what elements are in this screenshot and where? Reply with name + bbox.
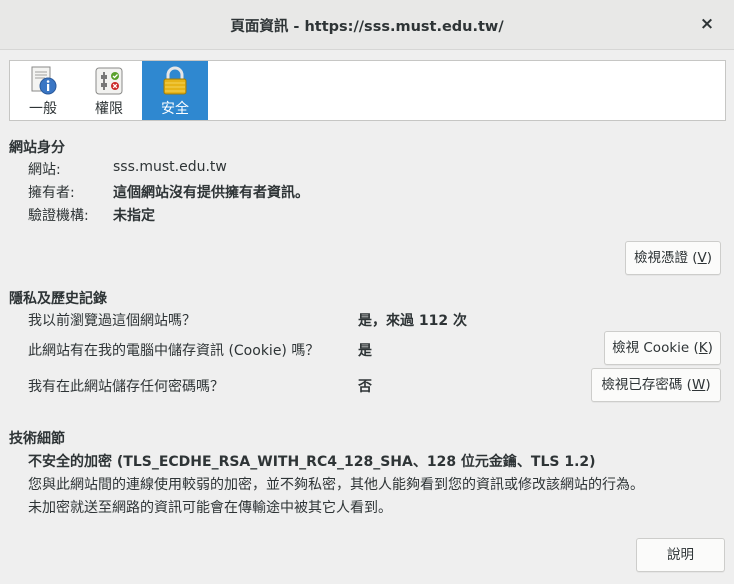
help-button[interactable]: 說明 [636, 538, 725, 572]
identity-heading: 網站身分 [9, 140, 65, 156]
view-cert-accel: V [697, 250, 707, 266]
cookie-btn-end: ) [707, 340, 713, 356]
tab-general[interactable]: 一般 [10, 61, 76, 120]
view-cert-text: 檢視憑證 ( [633, 250, 698, 266]
view-certificate-button[interactable]: 檢視憑證 (V) [625, 241, 721, 275]
tab-security-label: 安全 [161, 101, 189, 117]
cookie-answer: 是 [358, 343, 372, 359]
privacy-heading: 隱私及歷史記錄 [9, 291, 107, 307]
cookie-btn-accel: K [698, 340, 708, 356]
pw-btn-accel: W [691, 377, 706, 393]
visited-answer: 是，來過 112 次 [358, 313, 467, 329]
window-title: 頁面資訊 - https://sss.must.edu.tw/ [230, 19, 504, 35]
tab-strip: 一般 權限 安全 [9, 60, 726, 121]
close-icon[interactable]: × [698, 14, 716, 34]
password-question: 我有在此網站儲存任何密碼嗎？ [28, 379, 224, 395]
pw-btn-end: ) [705, 377, 711, 393]
tab-security[interactable]: 安全 [142, 61, 208, 120]
password-answer: 否 [358, 379, 372, 395]
owner-label: 擁有者: [28, 185, 75, 201]
tab-general-label: 一般 [29, 101, 57, 117]
tab-permissions-label: 權限 [95, 101, 123, 117]
title-bar: 頁面資訊 - https://sss.must.edu.tw/ × [0, 0, 734, 50]
view-cookies-button[interactable]: 檢視 Cookie (K) [604, 331, 721, 365]
verifier-label: 驗證機構: [28, 208, 89, 224]
weak-encryption-note: 您與此網站間的連線使用較弱的加密，並不夠私密，其他人能夠看到您的資訊或修改該網站… [28, 477, 644, 493]
view-cert-end: ) [706, 250, 713, 266]
unencrypted-note: 未加密就送至網路的資訊可能會在傳輸途中被其它人看到。 [28, 500, 392, 516]
website-value: sss.must.edu.tw [113, 159, 227, 175]
cookie-question: 此網站有在我的電腦中儲存資訊 (Cookie) 嗎？ [28, 343, 320, 359]
permissions-toggle-icon [95, 67, 123, 95]
cipher-summary: 不安全的加密 (TLS_ECDHE_RSA_WITH_RC4_128_SHA、1… [28, 454, 596, 470]
visited-question: 我以前瀏覽過這個網站嗎？ [28, 313, 196, 329]
document-info-icon [31, 66, 57, 95]
verifier-value: 未指定 [113, 208, 155, 224]
owner-value: 這個網站沒有提供擁有者資訊。 [113, 185, 309, 201]
tech-heading: 技術細節 [9, 431, 65, 447]
view-saved-passwords-button[interactable]: 檢視已存密碼 (W) [591, 368, 721, 402]
website-label: 網站: [28, 162, 61, 178]
pw-btn-text: 檢視已存密碼 ( [601, 377, 692, 393]
padlock-icon [163, 66, 187, 95]
tab-permissions[interactable]: 權限 [76, 61, 142, 120]
cookie-btn-text: 檢視 Cookie ( [612, 340, 699, 356]
